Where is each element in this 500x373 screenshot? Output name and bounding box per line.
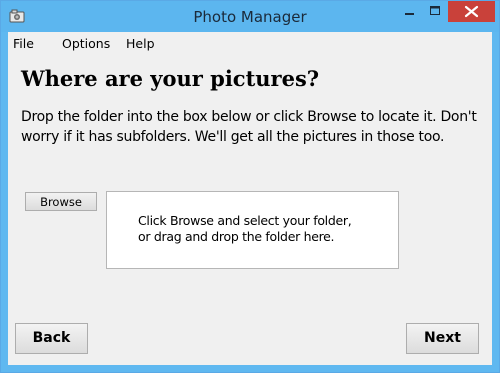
instructions-text: Drop the folder into the box below or cl… [21,109,477,145]
menu-file[interactable]: File [13,36,34,51]
drop-hint-line-2: or drag and drop the folder here. [138,229,335,244]
page-title: Where are your pictures? [21,66,320,91]
close-icon [464,5,479,18]
drop-zone-hint: Click Browse and select your folder, or … [138,213,352,245]
maximize-button[interactable] [422,1,448,22]
menu-bar: File Options Help [8,32,492,54]
client-area: File Options Help Where are your picture… [8,32,492,365]
app-window: Photo Manager File Options Help Where ar… [0,0,500,373]
browse-button[interactable]: Browse [25,192,97,211]
close-button[interactable] [448,1,495,22]
minimize-button[interactable] [396,1,422,22]
maximize-icon [430,6,440,15]
minimize-icon [405,13,414,15]
back-button[interactable]: Back [15,323,88,354]
menu-help[interactable]: Help [126,36,155,51]
folder-drop-zone[interactable]: Click Browse and select your folder, or … [106,191,399,269]
menu-options[interactable]: Options [62,36,110,51]
next-button[interactable]: Next [406,323,479,354]
drop-hint-line-1: Click Browse and select your folder, [138,213,352,228]
title-bar[interactable]: Photo Manager [1,1,499,32]
